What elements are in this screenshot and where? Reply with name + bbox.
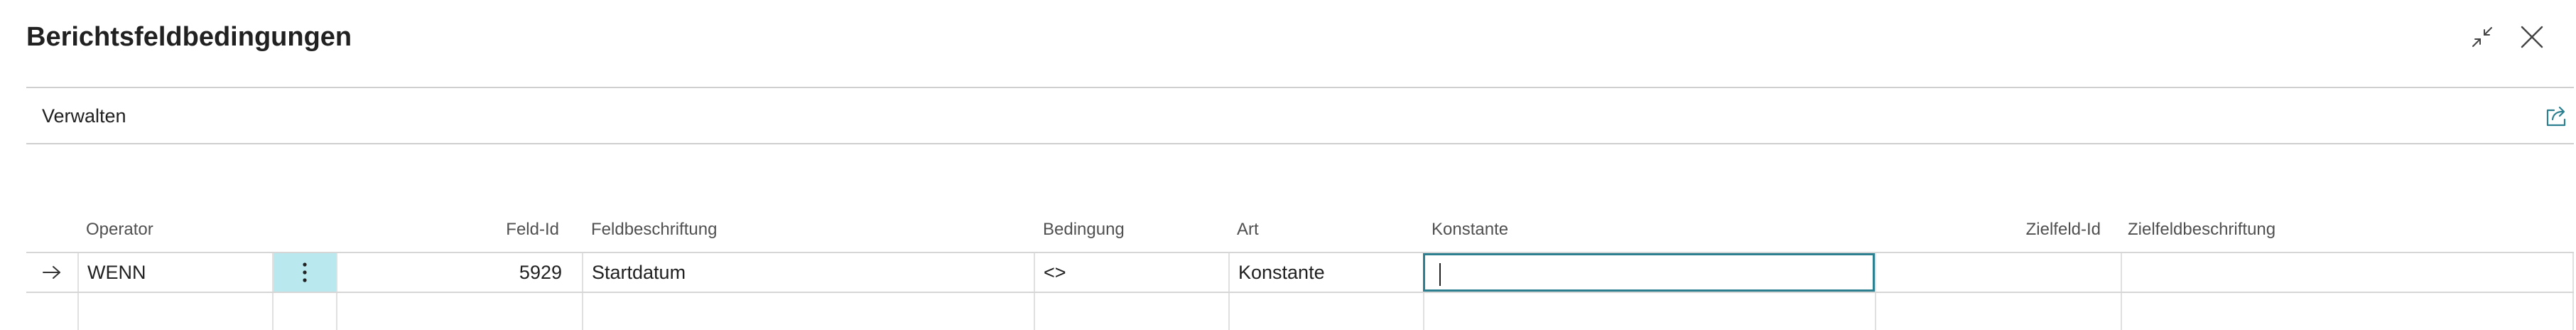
current-row-indicator (26, 253, 77, 292)
header-target-field-id[interactable]: Zielfeld-Id (1873, 218, 2101, 242)
new-cell-type[interactable] (1228, 293, 1423, 330)
field-caption-value: Startdatum (592, 262, 686, 283)
collapse-icon (2472, 27, 2492, 47)
new-cell-operator[interactable] (77, 293, 272, 330)
cell-field-id[interactable]: 5929 (336, 253, 582, 292)
new-cell-field-caption[interactable] (582, 293, 1034, 330)
constant-input[interactable] (1423, 253, 1875, 292)
header-target-field-caption[interactable]: Zielfeldbeschriftung (2128, 218, 2275, 242)
new-row-actions-cell[interactable] (272, 293, 336, 330)
cell-target-field-id[interactable] (1875, 253, 2121, 292)
grid-body: WENN 5929 Startdatum <> Konstante (26, 252, 2574, 330)
target-field-caption-value (2122, 262, 2131, 283)
cell-field-caption[interactable]: Startdatum (582, 253, 1034, 292)
row-actions-button[interactable] (272, 253, 336, 292)
new-cell-condition[interactable] (1034, 293, 1228, 330)
action-bar: Verwalten (26, 88, 2574, 143)
window-controls (2467, 21, 2548, 53)
field-id-value: 5929 (519, 262, 562, 283)
actionbar-bottom-divider (26, 143, 2574, 144)
cell-condition[interactable]: <> (1034, 253, 1228, 292)
close-icon (2521, 26, 2543, 48)
target-field-id-value (2101, 262, 2121, 283)
arrow-right-icon (43, 266, 60, 279)
new-cell-constant[interactable] (1423, 293, 1875, 330)
header-field-caption[interactable]: Feldbeschriftung (591, 218, 717, 242)
new-cell-field-id[interactable] (336, 293, 582, 330)
collapse-button[interactable] (2467, 21, 2498, 53)
cell-target-field-caption[interactable] (2121, 253, 2574, 292)
title-bar: Berichtsfeldbedingungen (0, 0, 2576, 85)
operator-value: WENN (87, 262, 146, 283)
text-caret (1439, 262, 1441, 286)
header-condition[interactable]: Bedingung (1043, 218, 1125, 242)
condition-value: <> (1044, 262, 1066, 283)
header-operator[interactable]: Operator (86, 218, 153, 242)
cell-operator[interactable]: WENN (77, 253, 272, 292)
manage-menu-button[interactable]: Verwalten (42, 102, 126, 129)
header-field-id[interactable]: Feld-Id (296, 218, 559, 242)
new-cell-target-field-caption[interactable] (2121, 293, 2574, 330)
report-field-conditions-dialog: Berichtsfeldbedingungen Verwalten Operat… (0, 0, 2576, 330)
new-cell-target-field-id[interactable] (1875, 293, 2121, 330)
table-row[interactable]: WENN 5929 Startdatum <> Konstante (26, 253, 2574, 293)
table-row-new[interactable] (26, 293, 2574, 330)
cell-type[interactable]: Konstante (1228, 253, 1423, 292)
dialog-title: Berichtsfeldbedingungen (26, 22, 352, 52)
type-value: Konstante (1238, 262, 1325, 283)
grid-header: Operator Feld-Id Feldbeschriftung Beding… (26, 211, 2574, 252)
vertical-ellipsis-icon (303, 262, 307, 282)
share-button[interactable] (2543, 102, 2571, 130)
conditions-grid: Operator Feld-Id Feldbeschriftung Beding… (26, 211, 2574, 330)
header-type[interactable]: Art (1237, 218, 1259, 242)
header-constant[interactable]: Konstante (1432, 218, 1508, 242)
new-row-indicator-cell (26, 293, 77, 330)
close-button[interactable] (2516, 21, 2548, 53)
share-icon (2546, 106, 2566, 127)
